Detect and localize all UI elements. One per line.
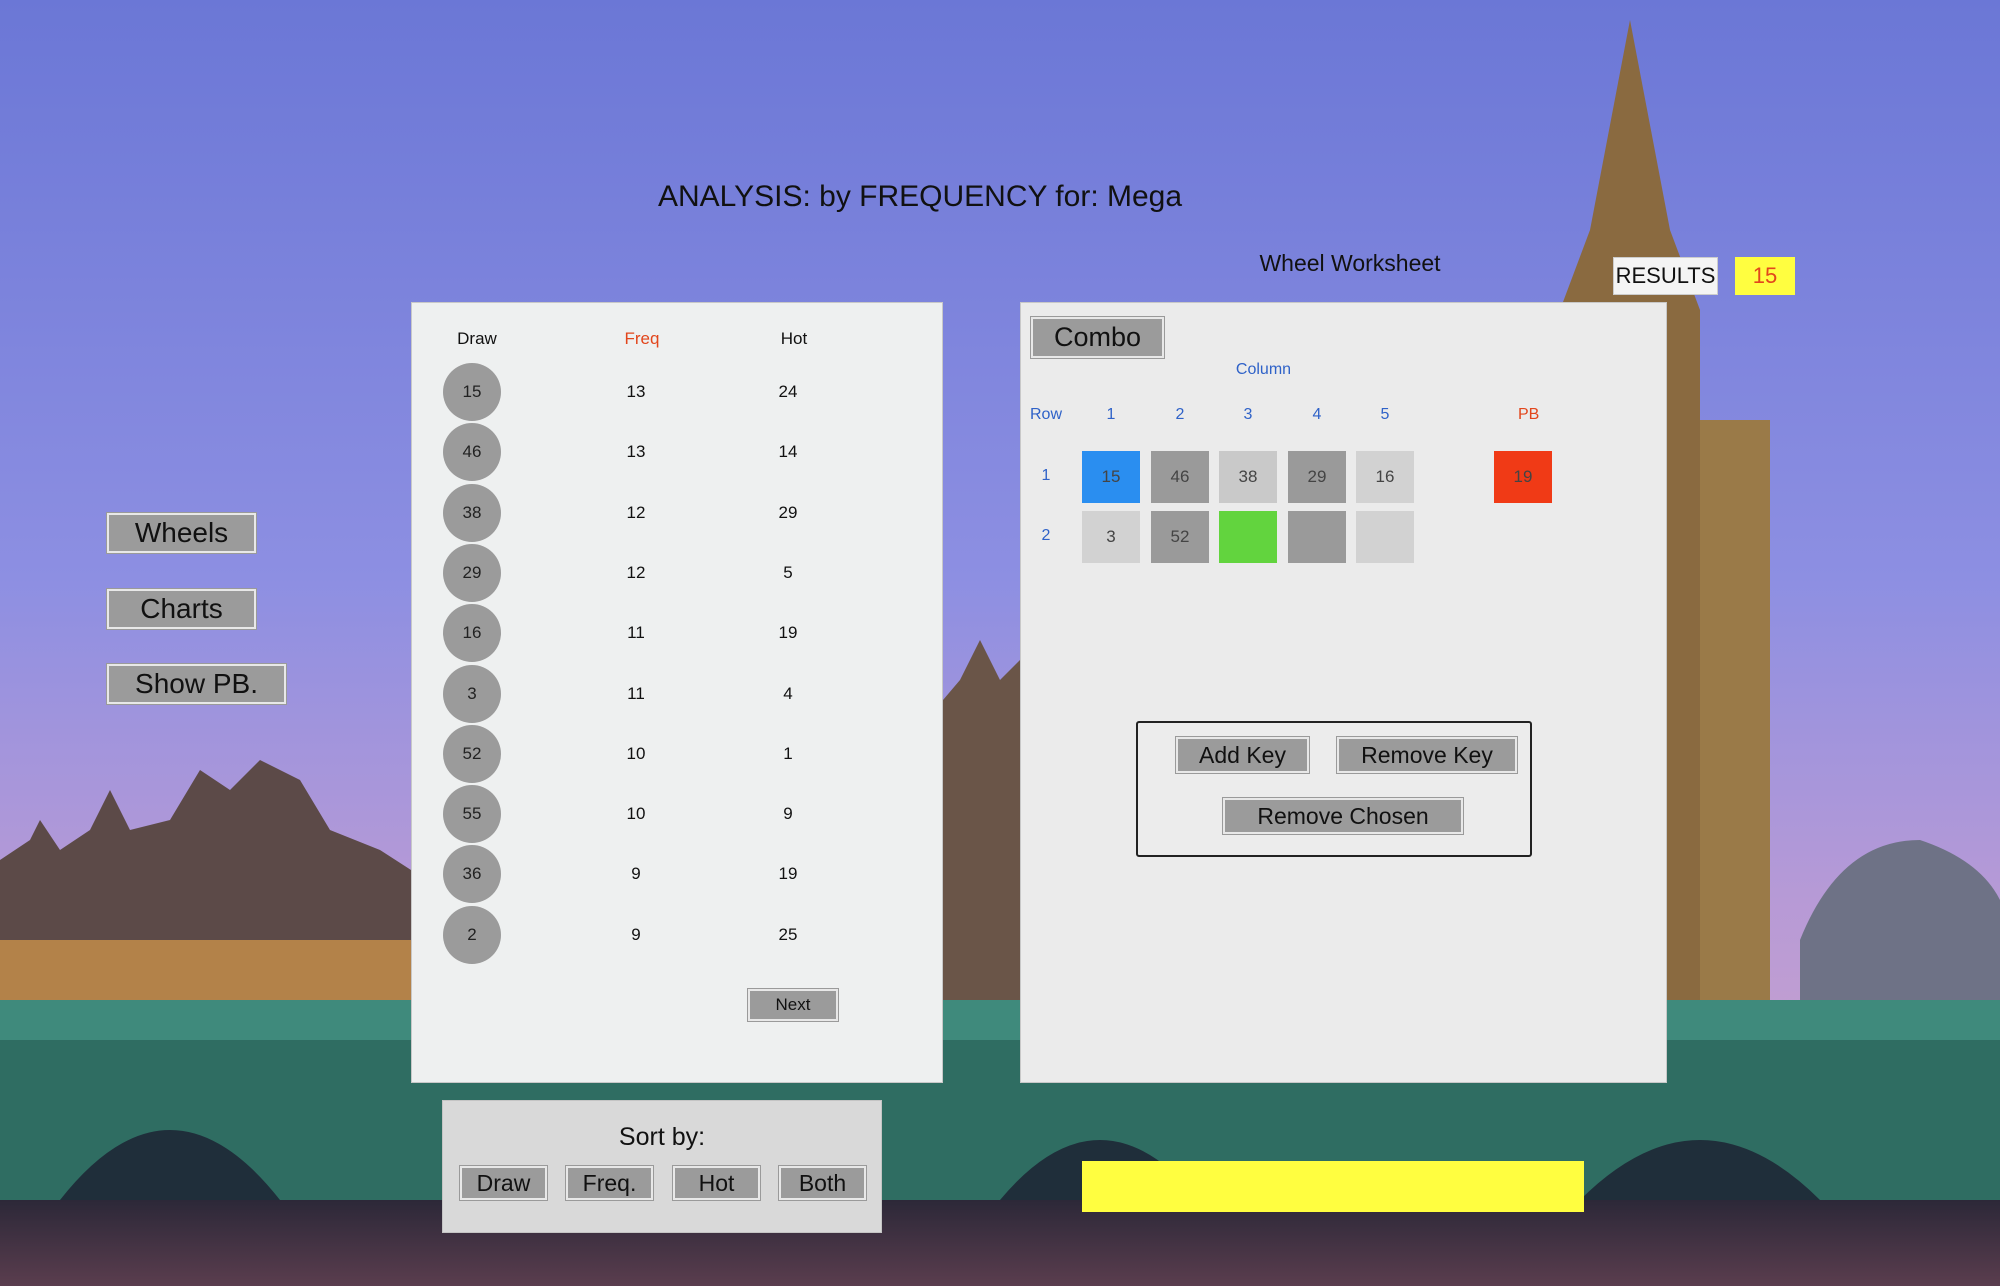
table-row: 38 12 29 [412,483,942,544]
table-row: 3 11 4 [412,664,942,725]
remove-chosen-button[interactable]: Remove Chosen [1222,797,1464,835]
freq-value: 9 [631,864,641,884]
freq-value: 12 [626,562,646,582]
remove-key-button[interactable]: Remove Key [1336,736,1518,774]
row-label: Row [1029,406,1062,423]
freq-value: 11 [627,683,645,703]
column-header-4: 4 [1312,406,1322,423]
draw-ball[interactable]: 3 [443,664,501,723]
worksheet-title: Wheel Worksheet [1259,250,1441,276]
freq-value: 10 [626,804,646,824]
wheels-button[interactable]: Wheels [106,512,257,554]
hot-value: 29 [778,502,798,522]
hot-value: 1 [783,743,793,763]
draw-ball[interactable]: 15 [443,363,501,421]
draw-ball[interactable]: 2 [443,905,501,964]
wheel-cell[interactable] [1288,511,1346,563]
hot-value: 9 [783,804,793,824]
hot-value: 4 [783,683,793,703]
freq-value: 9 [631,924,641,944]
draw-ball[interactable]: 46 [443,423,501,482]
table-row: 15 13 24 [412,363,942,423]
wheel-cell[interactable]: 46 [1151,451,1209,503]
draw-ball[interactable]: 38 [443,483,501,542]
table-row: 16 11 19 [412,604,942,664]
hot-value: 14 [778,442,798,462]
hot-value: 24 [778,382,798,401]
show-pb-button[interactable]: Show PB. [106,663,287,705]
sort-title: Sort by: [618,1123,706,1151]
freq-value: 12 [626,502,646,522]
freq-column-header: Freq [624,329,660,348]
hot-value: 19 [778,623,798,643]
wheel-cell[interactable]: 38 [1219,451,1277,503]
sort-hot-button[interactable]: Hot [672,1165,761,1201]
wheel-cell[interactable] [1219,511,1277,563]
pb-cell[interactable]: 19 [1494,451,1552,503]
draw-ball[interactable]: 16 [443,604,501,663]
freq-value: 13 [626,442,646,462]
table-row: 52 10 1 [412,724,942,785]
freq-value: 10 [626,743,646,763]
hot-value: 25 [778,924,798,944]
draw-ball[interactable]: 29 [443,543,501,602]
add-key-button[interactable]: Add Key [1175,736,1310,774]
table-row: 55 10 9 [412,785,942,845]
draw-column-header: Draw [457,329,497,348]
sort-both-button[interactable]: Both [778,1165,867,1201]
wheel-worksheet-panel: Combo Column Row 1 2 3 4 5 PB 1 15 46 38 29 16 19 2… [1020,302,1667,1083]
freq-value: 13 [626,382,646,401]
results-button[interactable]: RESULTS [1613,257,1718,295]
sort-controls: Sort by: Draw Freq. Hot Both [442,1100,882,1233]
hot-value: 19 [778,864,798,884]
combo-button[interactable]: Combo [1030,316,1165,359]
column-header-1: 1 [1106,406,1116,423]
page-title: ANALYSIS: by FREQUENCY for: Mega [657,180,1183,213]
freq-value: 11 [627,623,645,643]
status-bar [1082,1161,1584,1212]
wheel-cell[interactable]: 52 [1151,511,1209,563]
wheel-cell[interactable] [1356,511,1414,563]
wheel-cell[interactable]: 15 [1082,451,1140,503]
column-label: Column [1235,361,1292,378]
draw-ball[interactable]: 55 [443,785,501,844]
table-row: 46 13 14 [412,423,942,483]
row-number-1: 1 [1041,467,1051,484]
wheel-cell[interactable]: 29 [1288,451,1346,503]
pb-column-label: PB [1518,406,1540,423]
column-header-2: 2 [1175,406,1185,423]
wheel-cell[interactable]: 3 [1082,511,1140,563]
table-row: 2 9 25 [412,905,942,966]
next-button[interactable]: Next [747,988,839,1022]
hot-value: 5 [783,562,793,582]
hot-column-header: Hot [780,329,808,348]
sort-freq-button[interactable]: Freq. [565,1165,654,1201]
table-row: 29 12 5 [412,543,942,604]
row-number-2: 2 [1041,527,1051,544]
draw-ball[interactable]: 36 [443,845,501,904]
column-header-5: 5 [1380,406,1390,423]
frequency-panel: Draw Freq Hot 15 13 24 46 13 14 38 12 29 29 12 5 16 1… [411,302,943,1083]
results-count-badge: 15 [1735,257,1795,295]
wheel-cell[interactable]: 16 [1356,451,1414,503]
draw-ball[interactable]: 52 [443,724,501,783]
table-row: 36 9 19 [412,845,942,905]
sort-draw-button[interactable]: Draw [459,1165,548,1201]
column-header-3: 3 [1243,406,1253,423]
key-controls: Add Key Remove Key Remove Chosen [1136,721,1532,857]
charts-button[interactable]: Charts [106,588,257,630]
